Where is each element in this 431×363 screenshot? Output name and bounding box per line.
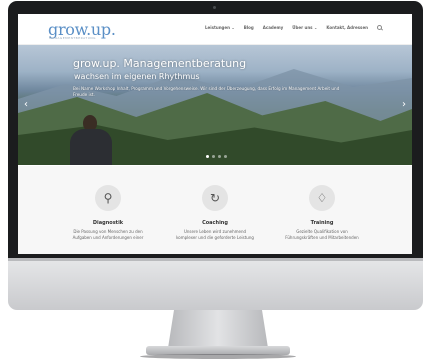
service-description: Die Passung von Menschen zu den Aufgaben…	[53, 229, 163, 241]
service-desc-line: Aufgaben und Anforderungen einer	[72, 235, 144, 240]
hero-slider: grow.up. Managementberatung wachsen im e…	[18, 45, 412, 165]
lightbulb-icon[interactable]: ♢	[309, 185, 335, 211]
service-desc-line: Führungskräften und Mitarbeitenden	[285, 235, 359, 240]
monitor-chin	[8, 258, 423, 310]
service-desc-line: komplexer und die geforderte Leistung	[176, 235, 254, 240]
person-body	[70, 129, 112, 165]
site-header: grow.up. MANAGEMENTBERATUNG Leistungen ⌄…	[18, 14, 412, 45]
slider-dot[interactable]	[218, 155, 221, 158]
hero-title: grow.up. Managementberatung	[73, 57, 247, 70]
slider-dot[interactable]	[212, 155, 215, 158]
search-icon[interactable]	[377, 25, 382, 30]
chin-divider	[8, 258, 423, 261]
service-description: Unsere Leben wird zunehmend komplexer un…	[160, 229, 270, 241]
slider-dot[interactable]	[206, 155, 209, 158]
logo-tagline: MANAGEMENTBERATUNG	[49, 36, 96, 40]
refresh-icon[interactable]: ↻	[202, 185, 228, 211]
menu-item-ueber-uns[interactable]: Über uns ⌄	[292, 25, 317, 30]
person-image	[68, 115, 114, 165]
service-training: ♢ Training Gezielte Qualifikation von Fü…	[267, 185, 377, 241]
slider-prev-icon[interactable]: ‹	[24, 100, 28, 110]
menu-item-leistungen[interactable]: Leistungen ⌄	[205, 25, 235, 30]
menu-item-blog[interactable]: Blog	[244, 25, 254, 30]
menu-item-kontakt[interactable]: Kontakt, Adressen	[326, 25, 368, 30]
slider-next-icon[interactable]: ›	[402, 100, 406, 110]
menu-item-academy[interactable]: Academy	[263, 25, 284, 30]
screen: grow.up. MANAGEMENTBERATUNG Leistungen ⌄…	[18, 14, 412, 254]
service-title[interactable]: Coaching	[160, 220, 270, 226]
service-title[interactable]: Diagnostik	[53, 220, 163, 226]
services-section: ⚲ Diagnostik Die Passung von Menschen zu…	[18, 166, 412, 254]
slider-dot[interactable]	[224, 155, 227, 158]
service-description: Gezielte Qualifikation von Führungskräft…	[267, 229, 377, 241]
monitor-stand-neck	[168, 310, 268, 348]
service-title[interactable]: Training	[267, 220, 377, 226]
main-menu: Leistungen ⌄ Blog Academy Über uns ⌄ Kon…	[205, 25, 382, 30]
stand-shadow	[140, 354, 296, 359]
camera	[213, 6, 216, 9]
hero-text: Bei Name Workshop Inhalt, Programm und V…	[73, 86, 340, 97]
service-coaching: ↻ Coaching Unsere Leben wird zunehmend k…	[160, 185, 270, 241]
slider-dots	[206, 155, 227, 158]
search-icon[interactable]: ⚲	[95, 185, 121, 211]
service-diagnostik: ⚲ Diagnostik Die Passung von Menschen zu…	[53, 185, 163, 241]
hero-subtitle: wachsen im eigenen Rhythmus	[74, 72, 200, 81]
